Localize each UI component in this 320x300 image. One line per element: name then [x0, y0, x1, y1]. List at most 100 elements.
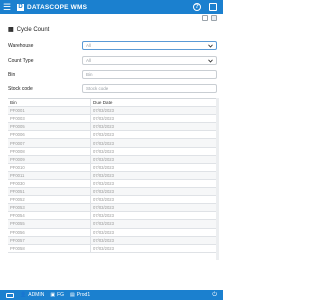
- warehouse-label: Warehouse: [8, 42, 34, 49]
- table-row[interactable]: PF0055 07/03/2023: [8, 220, 217, 229]
- table-row[interactable]: PF0008 07/03/2023: [8, 147, 217, 156]
- bin-cell: PF0011: [8, 171, 91, 179]
- due-date-cell: 07/03/2023: [93, 140, 114, 146]
- table-row[interactable]: PF0057 07/03/2023: [8, 236, 217, 245]
- sub-toolbar: [0, 14, 223, 22]
- due-date-cell: 07/03/2023: [93, 180, 114, 186]
- app-title: DATASCOPE WMS: [27, 3, 88, 11]
- due-date-cell: 07/03/2023: [93, 237, 114, 243]
- due-date-cell: 07/03/2023: [93, 189, 114, 195]
- help-icon[interactable]: ?: [193, 3, 201, 11]
- bin-cell: PF0001: [8, 107, 91, 115]
- count-type-value: All: [86, 58, 92, 63]
- keyboard-icon[interactable]: [6, 292, 14, 298]
- warehouse-select[interactable]: All: [82, 41, 217, 50]
- due-date-cell: 07/03/2023: [93, 205, 114, 211]
- warehouse-icon: ▣: [50, 292, 56, 298]
- stock-code-row: Stock code Stock code: [8, 84, 217, 93]
- bin-cell: PF0010: [8, 163, 91, 171]
- due-date-cell: 07/03/2023: [93, 245, 114, 251]
- due-date-cell: 07/03/2023: [93, 132, 114, 138]
- bin-cell: PF0057: [8, 236, 91, 244]
- due-date-cell: 07/03/2023: [93, 172, 114, 178]
- brand: D DATASCOPE WMS: [17, 3, 88, 11]
- grid-icon[interactable]: [209, 3, 217, 11]
- table-header: Bin Due Date: [8, 99, 217, 108]
- page-title: ▦ Cycle Count: [8, 26, 50, 34]
- app-logo: D: [17, 3, 24, 11]
- bin-cell: PF0007: [8, 139, 91, 147]
- table-row[interactable]: PF0058 07/03/2023: [8, 244, 217, 253]
- due-date-cell: 07/03/2023: [93, 148, 114, 154]
- bin-cell: PF0058: [8, 244, 91, 252]
- footer-warehouse: FG: [57, 292, 65, 298]
- due-date-cell: 07/03/2023: [93, 116, 114, 122]
- top-bar: ☰ D DATASCOPE WMS ?: [0, 0, 223, 14]
- bin-cell: PF0051: [8, 188, 91, 196]
- bin-cell: PF0055: [8, 220, 91, 228]
- stock-code-label: Stock code: [8, 85, 33, 92]
- table-row[interactable]: PF0006 07/03/2023: [8, 131, 217, 140]
- bin-cell: PF0005: [8, 123, 91, 131]
- chevron-down-icon: [207, 43, 213, 49]
- table-row[interactable]: PF0001 07/03/2023: [8, 107, 217, 116]
- printer-icon: ▤: [70, 292, 75, 298]
- bin-row: Bin Bin: [8, 70, 217, 79]
- page-title-text: Cycle Count: [16, 26, 50, 33]
- table-row[interactable]: PF0003 07/03/2023: [8, 115, 217, 124]
- table-row[interactable]: PF0056 07/03/2023: [8, 228, 217, 237]
- footer-printer: Prod1: [76, 292, 91, 298]
- printer-item[interactable]: ▤ Prod1: [70, 292, 90, 298]
- bin-cell: PF0053: [8, 204, 91, 212]
- table-scrollbar[interactable]: [216, 98, 219, 260]
- due-date-cell: 07/03/2023: [93, 221, 114, 227]
- refresh-icon[interactable]: [202, 15, 208, 21]
- count-type-select[interactable]: All: [82, 56, 217, 65]
- bin-cell: PF0054: [8, 212, 91, 220]
- cycle-count-icon: ▦: [8, 27, 14, 33]
- column-header-due-date[interactable]: Due Date: [91, 99, 217, 106]
- due-date-cell: 07/03/2023: [93, 229, 114, 235]
- table-row[interactable]: PF0009 07/03/2023: [8, 155, 217, 164]
- column-header-bin[interactable]: Bin: [8, 99, 91, 107]
- table-row[interactable]: PF0010 07/03/2023: [8, 163, 217, 172]
- power-icon[interactable]: ⏻: [212, 292, 217, 299]
- user-item[interactable]: 👤 ADMIN: [20, 292, 44, 298]
- bin-cell: PF0009: [8, 155, 91, 163]
- chevron-down-icon: [207, 58, 213, 64]
- due-date-cell: 07/03/2023: [93, 156, 114, 162]
- user-icon: 👤: [20, 292, 27, 298]
- hamburger-menu-icon[interactable]: ☰: [0, 0, 14, 14]
- count-type-row: Count Type All: [8, 56, 217, 65]
- due-date-cell: 07/03/2023: [93, 197, 114, 203]
- bin-cell: PF0003: [8, 115, 91, 123]
- warehouse-value: All: [86, 43, 92, 48]
- table-row[interactable]: PF0054 07/03/2023: [8, 212, 217, 221]
- bin-cell: PF0006: [8, 131, 91, 139]
- stock-code-input[interactable]: Stock code: [82, 84, 217, 93]
- count-type-label: Count Type: [8, 57, 34, 64]
- bin-cell: PF0008: [8, 147, 91, 155]
- table-row[interactable]: PF0007 07/03/2023: [8, 139, 217, 148]
- warehouse-row: Warehouse All: [8, 41, 217, 50]
- bin-input[interactable]: Bin: [82, 70, 217, 79]
- bin-label: Bin: [8, 71, 16, 78]
- table-row[interactable]: PF0053 07/03/2023: [8, 204, 217, 213]
- warehouse-item[interactable]: ▣ FG: [50, 292, 64, 298]
- due-date-cell: 07/03/2023: [93, 164, 114, 170]
- bin-cell: PF0052: [8, 196, 91, 204]
- bin-cell: PF0056: [8, 228, 91, 236]
- table-row[interactable]: PF0051 07/03/2023: [8, 188, 217, 197]
- bin-table: Bin Due Date PF0001 07/03/2023 PF0003 07/03…: [8, 98, 217, 253]
- due-date-cell: 07/03/2023: [93, 124, 114, 130]
- due-date-cell: 07/03/2023: [93, 108, 114, 114]
- footer-bar: 👤 ADMIN ▣ FG ▤ Prod1 ⏻: [0, 290, 223, 300]
- table-row[interactable]: PF0030 07/03/2023: [8, 179, 217, 189]
- user-name: ADMIN: [28, 292, 45, 298]
- table-row[interactable]: PF0011 07/03/2023: [8, 171, 217, 180]
- due-date-cell: 07/03/2023: [93, 213, 114, 219]
- bin-cell: PF0030: [8, 179, 91, 188]
- table-row[interactable]: PF0052 07/03/2023: [8, 196, 217, 205]
- mail-icon[interactable]: [211, 15, 217, 21]
- table-row[interactable]: PF0005 07/03/2023: [8, 123, 217, 132]
